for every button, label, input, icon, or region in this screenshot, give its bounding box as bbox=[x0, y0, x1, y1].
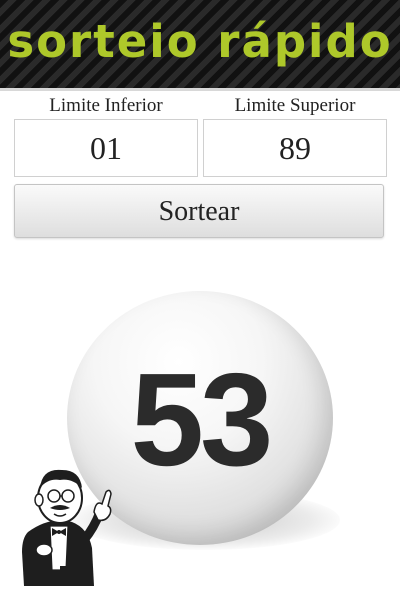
waiter-mascot-icon bbox=[22, 469, 112, 586]
app-header: sorteio rápido bbox=[0, 0, 400, 91]
app-title: sorteio rápido bbox=[7, 15, 393, 68]
upper-limit-input[interactable] bbox=[203, 119, 387, 177]
upper-limit-label: Limite Superior bbox=[234, 95, 356, 116]
draw-button[interactable]: Sortear bbox=[14, 184, 384, 238]
lower-limit-input[interactable] bbox=[14, 119, 198, 177]
lower-limit-label: Limite Inferior bbox=[49, 95, 163, 116]
